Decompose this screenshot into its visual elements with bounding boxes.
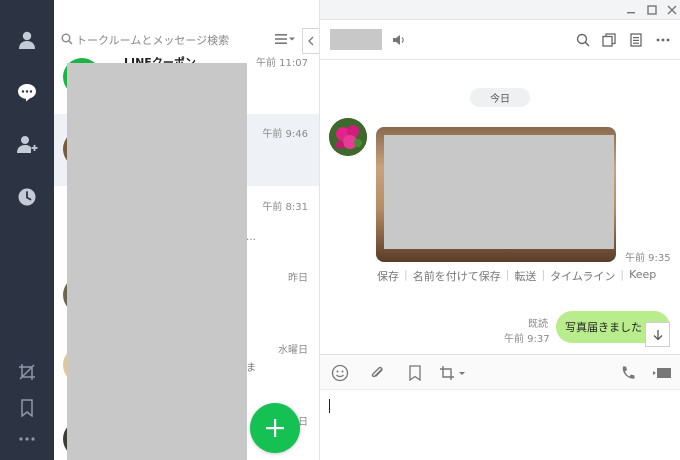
search-input[interactable] (76, 31, 276, 49)
chat-time: 昨日 (288, 273, 308, 284)
more-icon[interactable] (654, 31, 672, 49)
chats-icon[interactable] (15, 80, 39, 104)
photo-time: 午前 9:35 (625, 253, 671, 264)
chat-title-redacted (330, 29, 382, 50)
redacted-area (67, 63, 247, 460)
chat-snippet: ま (246, 363, 256, 374)
chat-time: 午前 8:31 (262, 202, 308, 213)
notes-icon[interactable] (627, 31, 645, 49)
keep-link[interactable]: Keep (629, 268, 656, 284)
composer-toolbar (320, 354, 680, 390)
search-icon (61, 33, 73, 48)
voice-call-icon[interactable] (617, 363, 639, 383)
photo-redacted (384, 135, 614, 249)
photo-message[interactable] (376, 127, 616, 262)
message-time: 午前 9:37 (504, 334, 550, 345)
chat-time: 水曜日 (278, 345, 308, 356)
chat-list-panel: LINEクーポン 午前 11:07 午前 9:46 午前 8:31 … 昨日 水… (54, 0, 320, 460)
new-chat-button[interactable] (250, 403, 300, 453)
search-icon[interactable] (574, 31, 592, 49)
save-link[interactable]: 保存 (377, 268, 399, 284)
album-icon[interactable] (600, 31, 618, 49)
crop-screenshot-icon[interactable] (15, 360, 39, 384)
emoji-icon[interactable] (329, 363, 351, 383)
list-menu-icon[interactable] (274, 32, 296, 49)
date-separator: 今日 (470, 88, 530, 107)
close-icon[interactable] (665, 3, 679, 17)
app-sidebar (0, 0, 54, 460)
keep-bookmark-icon[interactable] (404, 363, 426, 383)
text-caret (329, 399, 330, 413)
read-status: 既読 (528, 319, 548, 330)
speaker-icon[interactable] (390, 31, 408, 49)
save-as-link[interactable]: 名前を付けて保存 (413, 268, 501, 284)
divider: | (541, 268, 546, 281)
divider: | (404, 268, 408, 281)
chat-time: 午前 11:07 (256, 58, 308, 69)
scroll-to-bottom-button[interactable] (645, 322, 670, 347)
chat-header (320, 20, 680, 60)
maximize-icon[interactable] (645, 3, 659, 17)
chat-time: 午前 9:46 (262, 129, 308, 140)
message-text: 写真届きました (565, 321, 642, 334)
screenshot-crop-icon[interactable] (438, 363, 468, 383)
more-options-icon[interactable] (15, 427, 39, 451)
add-friend-icon[interactable] (15, 133, 39, 157)
divider: | (505, 268, 510, 281)
chat-snippet: … (246, 232, 256, 243)
message-input[interactable] (320, 390, 680, 460)
timeline-link[interactable]: タイムライン (550, 268, 615, 284)
friends-icon[interactable] (15, 28, 39, 52)
minimize-icon[interactable] (624, 3, 638, 17)
attach-file-icon[interactable] (366, 363, 388, 383)
video-call-icon[interactable] (651, 363, 673, 383)
collapse-list-button[interactable] (302, 28, 319, 54)
avatar[interactable] (329, 118, 367, 156)
divider: | (620, 268, 625, 281)
keep-bookmark-icon[interactable] (15, 396, 39, 420)
forward-link[interactable]: 転送 (514, 268, 536, 284)
history-clock-icon[interactable] (15, 185, 39, 209)
photo-action-bar: 保存 | 名前を付けて保存 | 転送 | タイムライン | Keep (377, 268, 656, 284)
message-area: 今日 午前 9:35 保存 | 名前を付けて保存 | 転送 | タイムライン |… (320, 61, 680, 353)
